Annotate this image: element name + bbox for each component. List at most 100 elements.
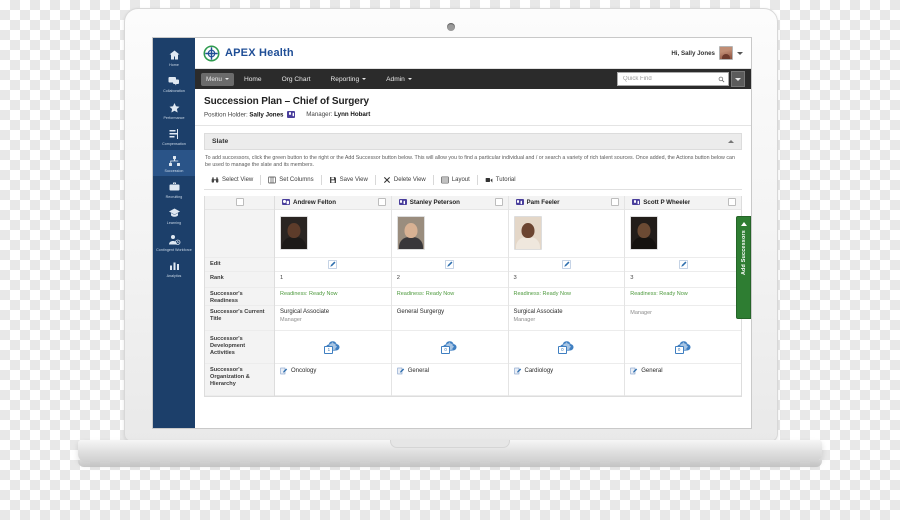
search-dropdown-button[interactable] xyxy=(731,71,745,87)
select-all-checkbox[interactable] xyxy=(235,198,244,207)
manager-value: Lynn Hobart xyxy=(334,111,371,119)
sidebar-item-performance[interactable]: Performance xyxy=(153,97,196,123)
id-badge-icon xyxy=(632,198,641,206)
position-holder-label: Position Holder: xyxy=(204,111,248,119)
apex-health-logo-icon xyxy=(203,44,220,62)
development-activities-icon[interactable]: 0 xyxy=(674,339,692,355)
nav-link-admin[interactable]: Admin xyxy=(376,76,422,83)
candidate-rank-cell: 1 xyxy=(275,272,391,288)
candidate-title-cell: Manager xyxy=(625,306,741,331)
edit-pencil-icon[interactable] xyxy=(328,259,338,269)
sidebar-item-succession[interactable]: Succession xyxy=(153,149,196,177)
candidate-current-title: Surgical Associate xyxy=(513,308,563,315)
select-view-button[interactable]: Select View xyxy=(204,174,262,185)
candidate-rank: 1 xyxy=(280,274,284,281)
star-icon xyxy=(166,101,182,115)
save-view-button[interactable]: Save View xyxy=(322,174,376,185)
layout-button[interactable]: Layout xyxy=(434,174,478,185)
candidate-header[interactable]: Scott P Wheeler xyxy=(625,195,741,210)
main-sidebar: Home Collaboration Performance Compensat… xyxy=(153,38,196,428)
candidate-development-cell[interactable]: 0 xyxy=(625,331,741,364)
search-input[interactable] xyxy=(621,75,718,83)
candidate-name: Pam Feeler xyxy=(526,198,560,206)
position-holder: Position Holder: Sally Jones xyxy=(204,111,296,119)
search-box[interactable] xyxy=(617,72,729,86)
development-activities-icon[interactable]: 0 xyxy=(441,339,458,355)
candidate-header[interactable]: Stanley Peterson xyxy=(391,195,508,210)
development-count: 0 xyxy=(557,346,567,355)
nav-link-home[interactable]: Home xyxy=(234,76,272,83)
candidate-organization-cell[interactable]: General xyxy=(625,364,741,396)
candidate-readiness-cell: Readiness: Ready Now xyxy=(391,288,508,306)
development-activities-icon[interactable]: 0 xyxy=(557,339,575,355)
nav-link-org-chart[interactable]: Org Chart xyxy=(272,76,321,83)
page-body: Slate To add successors, click the green… xyxy=(195,125,751,428)
candidate-edit-cell[interactable] xyxy=(508,258,625,272)
candidate-name: Andrew Felton xyxy=(293,198,336,206)
user-greeting: Hi, Sally Jones xyxy=(671,49,715,57)
nav-link-reporting[interactable]: Reporting xyxy=(321,76,377,83)
candidate-readiness-cell: Readiness: Ready Now xyxy=(625,288,741,306)
chevron-down-icon xyxy=(407,78,412,80)
candidate-header[interactable]: Pam Feeler xyxy=(508,195,625,210)
slate-section-header[interactable]: Slate xyxy=(204,132,742,150)
candidate-edit-cell[interactable] xyxy=(625,258,741,272)
candidate-checkbox[interactable] xyxy=(494,198,503,207)
candidate-name: Stanley Peterson xyxy=(409,198,460,206)
org-hierarchy-icon xyxy=(280,367,288,374)
graduation-icon xyxy=(166,206,182,220)
menu-button[interactable]: Menu xyxy=(201,72,234,86)
set-columns-button[interactable]: Set Columns xyxy=(261,174,322,185)
sidebar-item-learning[interactable]: Learning xyxy=(153,202,196,228)
candidate-checkbox[interactable] xyxy=(377,198,386,207)
candidate-organization-cell[interactable]: Cardiology xyxy=(508,364,625,396)
candidate-readiness-cell: Readiness: Ready Now xyxy=(275,288,391,306)
succession-icon xyxy=(166,154,182,168)
candidate-header[interactable]: Andrew Felton xyxy=(275,195,391,210)
candidate-edit-cell[interactable] xyxy=(275,258,391,272)
select-all-cell xyxy=(205,195,274,210)
menu-bar: Menu Home Org Chart Reporting Admin Quic… xyxy=(195,69,751,89)
delete-view-button[interactable]: Delete View xyxy=(376,174,434,185)
development-activities-icon[interactable]: 1 xyxy=(324,339,341,355)
id-badge-icon[interactable] xyxy=(287,111,296,118)
candidate-checkbox[interactable] xyxy=(611,198,620,207)
candidate-organization: General xyxy=(641,367,663,374)
user-menu[interactable]: Hi, Sally Jones xyxy=(671,46,743,60)
development-count: 0 xyxy=(674,346,684,355)
edit-pencil-icon[interactable] xyxy=(562,259,571,269)
nav-link-label: Admin xyxy=(386,75,405,83)
delete-x-icon xyxy=(383,176,391,184)
slate-toolbar: Select View Set Columns Save View Delete… xyxy=(204,174,742,190)
candidate-organization: Oncology xyxy=(291,367,317,374)
candidate-development-cell[interactable]: 0 xyxy=(508,331,625,364)
toolbar-label: Layout xyxy=(451,176,470,183)
sidebar-item-home[interactable]: Home xyxy=(153,44,196,70)
sidebar-item-analytics[interactable]: Analytics xyxy=(153,255,196,281)
avatar[interactable] xyxy=(719,46,733,60)
edit-pencil-icon[interactable] xyxy=(678,259,688,269)
toolbar-label: Save View xyxy=(339,176,368,183)
edit-pencil-icon[interactable] xyxy=(445,259,454,269)
chevron-down-icon[interactable] xyxy=(737,51,743,55)
candidate-organization-cell[interactable]: Oncology xyxy=(275,364,391,396)
nav-link-label: Home xyxy=(244,75,262,83)
id-badge-icon xyxy=(398,198,407,206)
tutorial-button[interactable]: Tutorial xyxy=(478,175,523,185)
candidate-edit-cell[interactable] xyxy=(391,258,508,272)
sidebar-item-recruiting[interactable]: Recruiting xyxy=(153,176,196,202)
manager-label: Manager: xyxy=(306,111,333,119)
toolbar-label: Set Columns xyxy=(279,176,314,183)
candidate-rank-cell: 3 xyxy=(625,272,741,288)
candidate-development-cell[interactable]: 0 xyxy=(391,331,508,364)
position-holder-value: Sally Jones xyxy=(249,111,284,119)
candidate-rank-cell: 2 xyxy=(391,272,508,288)
add-successors-tab[interactable]: Add Successors xyxy=(736,216,751,319)
candidate-checkbox[interactable] xyxy=(728,198,736,207)
candidate-organization-cell[interactable]: General xyxy=(391,364,508,396)
sidebar-item-collaboration[interactable]: Collaboration xyxy=(153,70,196,96)
chevron-up-icon[interactable] xyxy=(728,139,734,143)
sidebar-item-compensation[interactable]: Compensation xyxy=(153,123,196,149)
sidebar-item-contingent-workforce[interactable]: Contingent Workforce xyxy=(153,229,196,255)
candidate-development-cell[interactable]: 1 xyxy=(275,331,391,364)
